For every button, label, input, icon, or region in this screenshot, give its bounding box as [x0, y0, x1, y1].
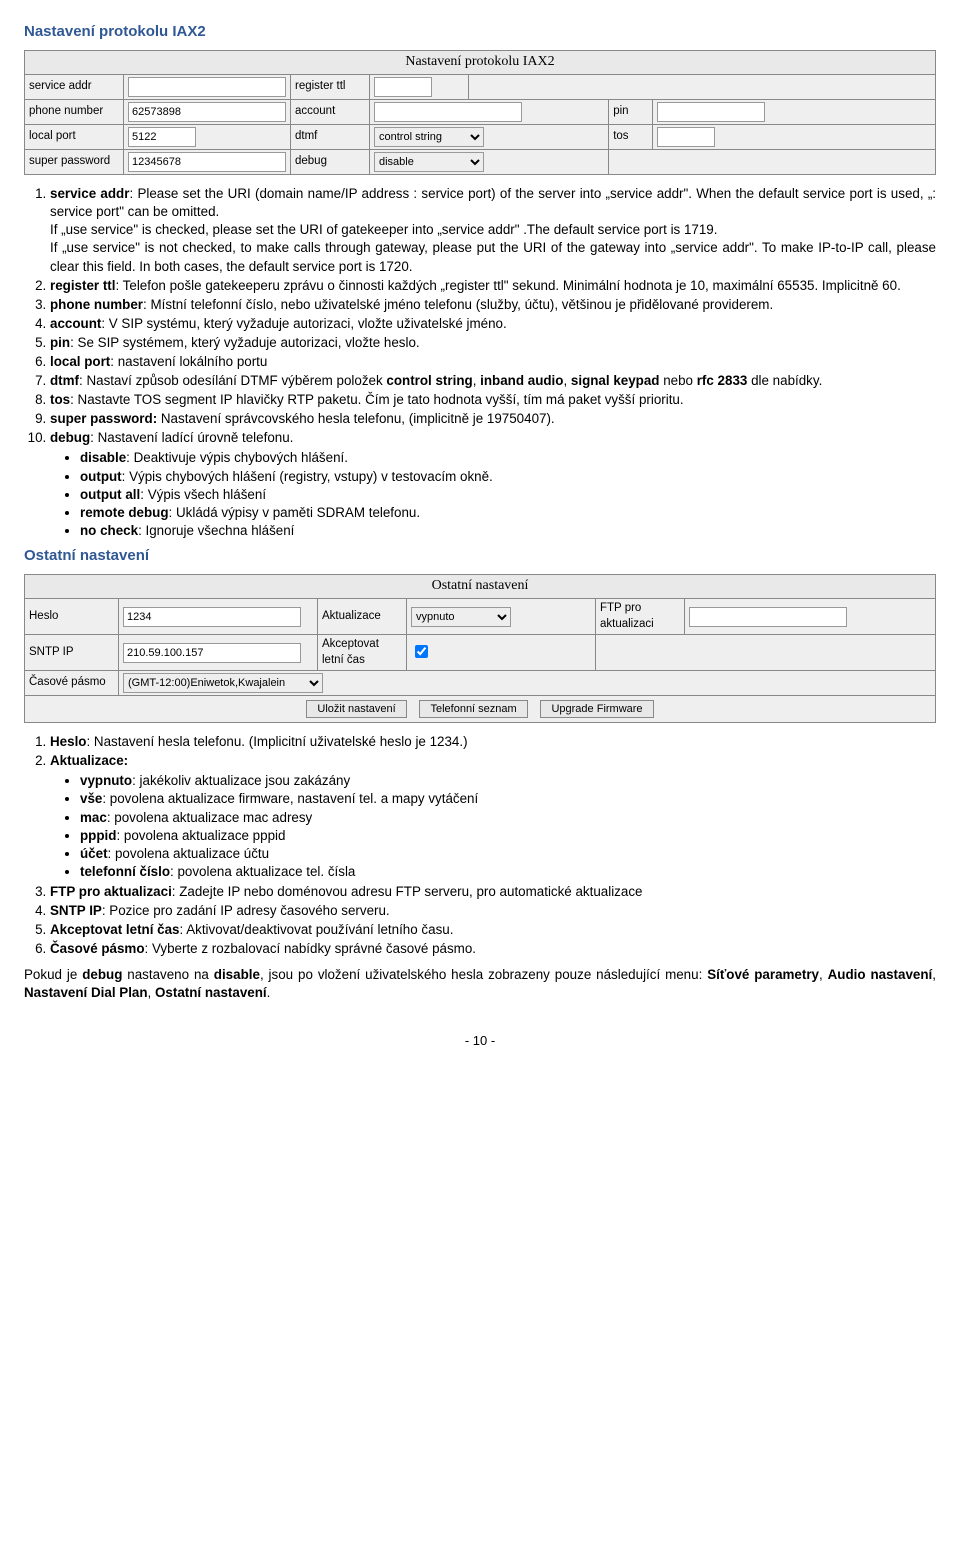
input-heslo[interactable] — [123, 607, 301, 627]
label-pin: pin — [609, 100, 653, 125]
list-item: tos: Nastavte TOS segment IP hlavičky RT… — [50, 391, 936, 409]
sublist-item: no check: Ignoruje všechna hlášení — [80, 522, 936, 540]
page-number: - 10 - — [24, 1032, 936, 1050]
sublist-item: output: Výpis chybových hlášení (registr… — [80, 468, 936, 486]
iax2-table: Nastavení protokolu IAX2 service addr re… — [24, 50, 936, 175]
list-iax2: service addr: Please set the URI (domain… — [24, 185, 936, 540]
label-aktualizace: Aktualizace — [318, 599, 407, 635]
label-register-ttl: register ttl — [291, 75, 370, 100]
list-item: Heslo: Nastavení hesla telefonu. (Implic… — [50, 733, 936, 751]
label-heslo: Heslo — [25, 599, 119, 635]
list-item: super password: Nastavení správcovského … — [50, 410, 936, 428]
input-pin[interactable] — [657, 102, 765, 122]
input-service-addr[interactable] — [128, 77, 286, 97]
list-item: account: V SIP systému, který vyžaduje a… — [50, 315, 936, 333]
label-dtmf: dtmf — [291, 125, 370, 150]
label-debug: debug — [291, 150, 370, 175]
debug-note-paragraph: Pokud je debug nastaveno na disable, jso… — [24, 966, 936, 1002]
sublist-item: vše: povolena aktualizace firmware, nast… — [80, 790, 936, 808]
ostatni-table: Ostatní nastavení Heslo Aktualizace vypn… — [24, 574, 936, 723]
list-item: FTP pro aktualizaci: Zadejte IP nebo dom… — [50, 883, 936, 901]
list-item: register ttl: Telefon pošle gatekeeperu … — [50, 277, 936, 295]
list-item: Aktualizace:vypnuto: jakékoliv aktualiza… — [50, 752, 936, 881]
label-sntp: SNTP IP — [25, 635, 119, 671]
label-phone-number: phone number — [25, 100, 124, 125]
select-aktualizace[interactable]: vypnuto — [411, 607, 511, 627]
input-tos[interactable] — [657, 127, 715, 147]
sublist-item: output all: Výpis všech hlášení — [80, 486, 936, 504]
label-ftp: FTP pro aktualizaci — [596, 599, 685, 635]
save-button[interactable]: Uložit nastavení — [306, 700, 406, 718]
input-register-ttl[interactable] — [374, 77, 432, 97]
input-sntp[interactable] — [123, 643, 301, 663]
ostatni-caption: Ostatní nastavení — [25, 575, 936, 599]
list-item: phone number: Místní telefonní číslo, ne… — [50, 296, 936, 314]
sublist-item: pppid: povolena aktualizace pppid — [80, 827, 936, 845]
list-item: Časové pásmo: Vyberte z rozbalovací nabí… — [50, 940, 936, 958]
list-ostatni: Heslo: Nastavení hesla telefonu. (Implic… — [24, 733, 936, 958]
upgrade-button[interactable]: Upgrade Firmware — [540, 700, 653, 718]
label-super-password: super password — [25, 150, 124, 175]
sublist-item: telefonní číslo: povolena aktualizace te… — [80, 863, 936, 881]
select-dtmf[interactable]: control string — [374, 127, 484, 147]
heading-iax2: Nastavení protokolu IAX2 — [24, 22, 936, 42]
list-item: SNTP IP: Pozice pro zadání IP adresy čas… — [50, 902, 936, 920]
label-local-port: local port — [25, 125, 124, 150]
select-casove[interactable]: (GMT-12:00)Eniwetok,Kwajalein — [123, 673, 323, 693]
label-tos: tos — [609, 125, 653, 150]
input-ftp[interactable] — [689, 607, 847, 627]
label-letni: Akceptovat letní čas — [318, 635, 407, 671]
sublist-item: remote debug: Ukládá výpisy v paměti SDR… — [80, 504, 936, 522]
sublist-item: disable: Deaktivuje výpis chybových hláš… — [80, 449, 936, 467]
list-item: service addr: Please set the URI (domain… — [50, 185, 936, 275]
list-item: debug: Nastavení ladící úrovně telefonu.… — [50, 429, 936, 540]
list-item: Akceptovat letní čas: Aktivovat/deaktivo… — [50, 921, 936, 939]
list-item: dtmf: Nastaví způsob odesílání DTMF výbě… — [50, 372, 936, 390]
sublist-item: vypnuto: jakékoliv aktualizace jsou zaká… — [80, 772, 936, 790]
checkbox-letni[interactable] — [415, 645, 428, 658]
iax2-caption: Nastavení protokolu IAX2 — [25, 51, 936, 75]
input-account[interactable] — [374, 102, 522, 122]
label-service-addr: service addr — [25, 75, 124, 100]
sublist-item: účet: povolena aktualizace účtu — [80, 845, 936, 863]
list-item: local port: nastavení lokálního portu — [50, 353, 936, 371]
label-casove: Časové pásmo — [25, 671, 119, 696]
input-super-password[interactable] — [128, 152, 286, 172]
input-phone-number[interactable] — [128, 102, 286, 122]
label-account: account — [291, 100, 370, 125]
phonebook-button[interactable]: Telefonní seznam — [419, 700, 527, 718]
list-item: pin: Se SIP systémem, který vyžaduje aut… — [50, 334, 936, 352]
heading-ostatni: Ostatní nastavení — [24, 546, 936, 566]
select-debug[interactable]: disable — [374, 152, 484, 172]
input-local-port[interactable] — [128, 127, 196, 147]
sublist-item: mac: povolena aktualizace mac adresy — [80, 809, 936, 827]
